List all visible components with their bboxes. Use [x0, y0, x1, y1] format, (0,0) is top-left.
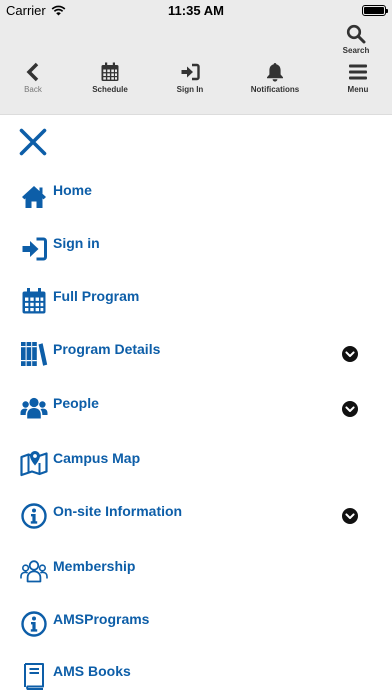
search-button[interactable]: Search: [340, 24, 372, 55]
schedule-label: Schedule: [92, 85, 128, 94]
menu-item-label: People: [53, 395, 99, 411]
menu-item-on-site-information[interactable]: On-site Information: [0, 502, 392, 546]
menu-item-label: Campus Map: [53, 450, 141, 466]
menu-item-label: Home: [53, 182, 92, 198]
users-outline-icon: [20, 560, 48, 583]
status-bar: Carrier 11:35 AM: [0, 0, 392, 20]
back-button[interactable]: Back: [18, 62, 48, 94]
schedule-button[interactable]: Schedule: [88, 62, 132, 94]
search-label: Search: [342, 46, 370, 55]
chevron-down-icon[interactable]: [342, 401, 358, 417]
signin-button[interactable]: Sign In: [172, 62, 208, 94]
notifications-button[interactable]: Notifications: [248, 62, 302, 94]
sign-in-icon: [22, 237, 47, 261]
menu-label: Menu: [347, 85, 369, 94]
menu-button[interactable]: Menu: [342, 62, 374, 94]
chevron-down-icon[interactable]: [342, 508, 358, 524]
home-icon: [22, 186, 46, 208]
info-icon: [21, 503, 47, 529]
notifications-label: Notifications: [250, 85, 300, 94]
menu-item-people[interactable]: People: [0, 394, 392, 438]
status-time: 11:35 AM: [168, 3, 224, 18]
menu-item-program-details[interactable]: Program Details: [0, 340, 392, 384]
menu-item-label: AMSPrograms: [53, 611, 150, 627]
menu-item-label: On-site Information: [53, 503, 183, 519]
chevron-down-icon[interactable]: [342, 346, 358, 362]
book-icon: [24, 663, 44, 690]
close-icon: [19, 128, 47, 156]
menu-item-amsprograms[interactable]: AMSPrograms: [0, 610, 392, 654]
calendar-icon: [22, 288, 46, 314]
menu-item-ams-books[interactable]: AMS Books: [0, 662, 392, 696]
hamburger-icon: [349, 64, 367, 80]
toolbar: Search Back Schedule Sign In Notificatio…: [0, 20, 392, 115]
menu-item-label: Program Details: [53, 341, 161, 357]
menu-item-full-program[interactable]: Full Program: [0, 287, 392, 331]
back-label: Back: [24, 85, 42, 94]
sign-in-icon: [181, 63, 200, 81]
search-icon: [346, 24, 366, 44]
close-button[interactable]: [19, 128, 47, 156]
bell-icon: [267, 63, 283, 82]
signin-label: Sign In: [176, 85, 204, 94]
menu-item-label: Full Program: [53, 288, 140, 304]
battery-icon: [362, 5, 388, 16]
menu-item-label: Membership: [53, 558, 136, 574]
menu-item-sign-in[interactable]: Sign in: [0, 234, 392, 278]
battery-level: [364, 7, 384, 14]
menu-item-campus-map[interactable]: Campus Map: [0, 449, 392, 493]
chevron-left-icon: [26, 62, 39, 82]
users-icon: [20, 397, 48, 419]
menu-item-label: AMS Books: [53, 663, 131, 679]
menu-item-home[interactable]: Home: [0, 181, 392, 225]
menu-item-membership[interactable]: Membership: [0, 557, 392, 601]
menu-item-label: Sign in: [53, 235, 100, 251]
calendar-icon: [101, 62, 119, 81]
info-icon: [21, 611, 47, 637]
books-icon: [21, 342, 48, 366]
map-icon: [20, 451, 48, 477]
